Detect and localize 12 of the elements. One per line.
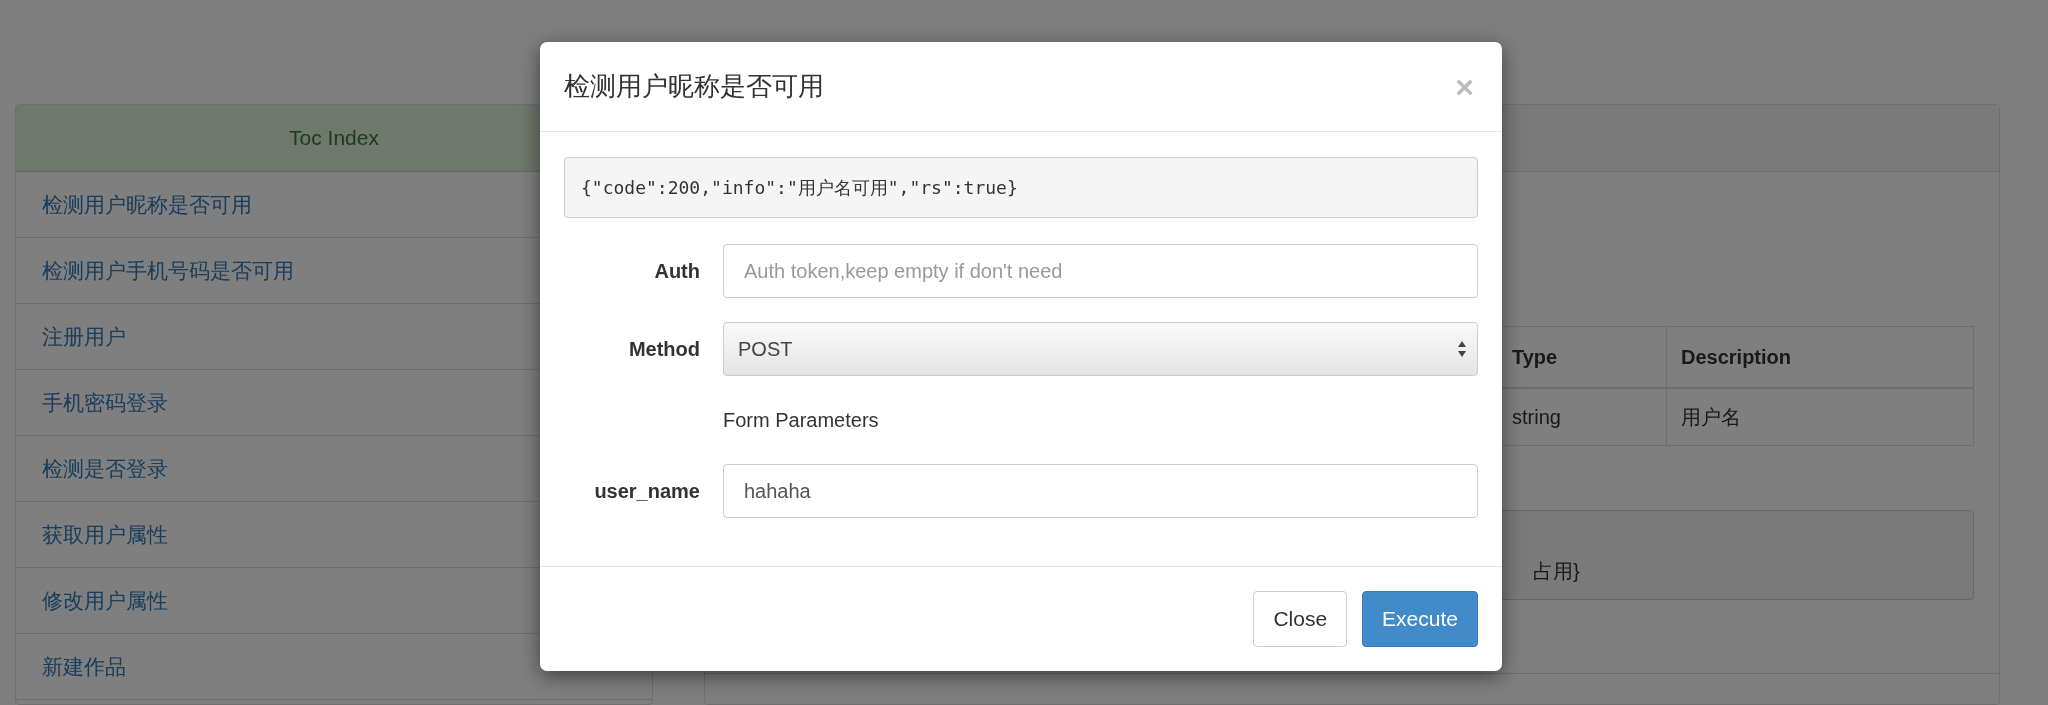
updown-arrow-icon — [1457, 340, 1467, 358]
input-field[interactable]: Auth token,keep empty if don't need — [723, 244, 1478, 298]
field-label: Auth — [653, 259, 700, 283]
method-select[interactable]: POST — [723, 322, 1478, 376]
response-output: {"code":200,"info":"用户名可用","rs":true} — [564, 157, 1478, 218]
section-label: Form Parameters — [723, 408, 879, 432]
modal-title: 检测用户昵称是否可用 — [564, 70, 824, 103]
close-button[interactable]: Close — [1253, 591, 1348, 647]
execute-button[interactable]: Execute — [1362, 591, 1478, 647]
input-field[interactable]: hahaha — [723, 464, 1478, 518]
column-header: Description — [1666, 326, 1974, 388]
table-cell: 用户名 — [1666, 388, 1974, 446]
